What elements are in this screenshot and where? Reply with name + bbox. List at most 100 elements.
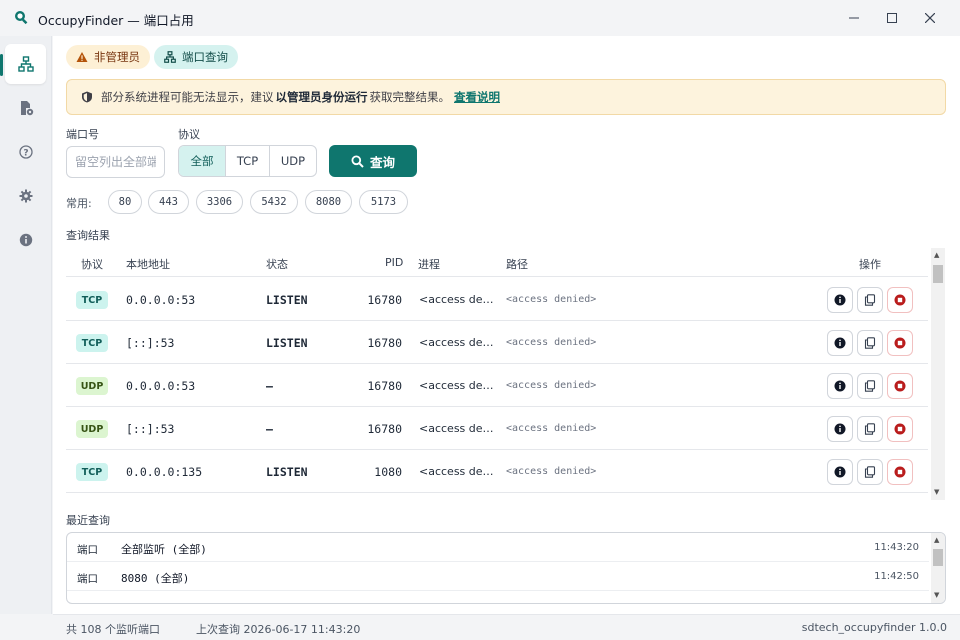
common-port-5173[interactable]: 5173 [359, 190, 408, 214]
protocol-option-udp[interactable]: UDP [270, 146, 316, 176]
copy-button[interactable] [857, 287, 883, 313]
local-address: 0.0.0.0:135 [126, 465, 203, 479]
close-button[interactable] [911, 0, 949, 36]
copy-button[interactable] [857, 330, 883, 356]
sidebar-item-help[interactable]: ? [5, 132, 46, 172]
sidebar-item-file-process[interactable] [5, 88, 46, 128]
kill-process-button[interactable] [887, 373, 913, 399]
sidebar-item-about[interactable] [5, 220, 46, 260]
sidebar: ? [0, 36, 52, 614]
local-address: 0.0.0.0:53 [126, 293, 196, 307]
col-state[interactable]: 状态 [266, 256, 288, 272]
copy-icon [864, 423, 876, 435]
pid: 16780 [367, 422, 402, 436]
stop-icon [894, 380, 906, 392]
list-item[interactable]: 端口 8080 (全部) 11:42:50 [67, 562, 929, 591]
table-row[interactable]: TCP 0.0.0.0:135 LISTEN 1080 <access de… <acce… [66, 450, 928, 493]
col-protocol[interactable]: 协议 [81, 256, 103, 272]
details-button[interactable] [827, 287, 853, 313]
details-button[interactable] [827, 416, 853, 442]
info-icon [19, 233, 32, 247]
query-button[interactable]: 查询 [329, 145, 417, 177]
view-instructions-link[interactable]: 查看说明 [454, 89, 500, 105]
protocol-option-tcp[interactable]: TCP [226, 146, 270, 176]
table-row[interactable]: TCP [::]:53 LISTEN 16780 <access de… <access … [66, 321, 928, 364]
title-bar: OccupyFinder — 端口占用 [0, 0, 960, 36]
protocol-tag: TCP [76, 463, 108, 481]
copy-button[interactable] [857, 459, 883, 485]
stop-icon [894, 466, 906, 478]
col-process[interactable]: 进程 [418, 256, 440, 272]
copy-icon [864, 466, 876, 478]
banner-bold-text: 以管理员身份运行 [275, 90, 368, 104]
recent-time: 11:43:20 [874, 542, 919, 553]
table-row[interactable]: TCP 0.0.0.0:53 LISTEN 16780 <access de… <acce… [66, 278, 928, 321]
copy-button[interactable] [857, 416, 883, 442]
col-pid[interactable]: PID [385, 256, 403, 269]
state: — [266, 379, 273, 393]
results-scrollbar[interactable]: ▲ ▼ [931, 248, 945, 500]
list-item[interactable] [67, 591, 929, 603]
common-port-5432[interactable]: 5432 [250, 190, 298, 214]
copy-button[interactable] [857, 373, 883, 399]
maximize-button[interactable] [873, 0, 911, 36]
details-button[interactable] [827, 330, 853, 356]
copy-icon [864, 294, 876, 306]
table-row[interactable]: UDP [::]:53 — 16780 <access de… <access denie… [66, 407, 928, 450]
search-icon [351, 155, 364, 168]
recent-time: 11:42:50 [874, 571, 919, 582]
non-admin-badge: 非管理员 [66, 45, 150, 69]
recent-scrollbar[interactable]: ▲ ▼ [931, 533, 945, 603]
protocol-option-all[interactable]: 全部 [179, 146, 226, 176]
banner-text-after: 获取完整结果。 [369, 90, 451, 104]
recent-scrollbar-thumb[interactable] [933, 549, 943, 566]
details-button[interactable] [827, 373, 853, 399]
common-port-443[interactable]: 443 [148, 190, 189, 214]
minimize-button[interactable] [835, 0, 873, 36]
state: LISTEN [266, 336, 308, 350]
admin-warning-banner: 部分系统进程可能无法显示，建议 以管理员身份运行 获取完整结果。 查看说明 [66, 79, 946, 115]
results-scrollbar-thumb[interactable] [933, 265, 943, 283]
shield-icon [82, 91, 92, 103]
common-port-8080[interactable]: 8080 [305, 190, 352, 214]
process-name: <access de… [419, 465, 494, 478]
app-logo-icon [15, 11, 28, 25]
protocol-tag: TCP [76, 291, 108, 309]
kill-process-button[interactable] [887, 416, 913, 442]
table-row[interactable]: UDP 0.0.0.0:53 — 16780 <access de… <access de… [66, 364, 928, 407]
protocol-label: 协议 [178, 128, 200, 141]
port-query-badge: 端口查询 [154, 45, 238, 69]
protocol-selector: 全部 TCP UDP [178, 145, 317, 177]
pid: 16780 [367, 336, 402, 350]
svg-text:?: ? [23, 149, 28, 159]
state: LISTEN [266, 293, 308, 307]
sidebar-item-port-query[interactable] [5, 44, 46, 84]
table-row[interactable] [66, 493, 928, 500]
main-panel: 非管理员 端口查询 部分系统进程可能无法显示，建议 以管理员身份运行 获取完整结… [53, 36, 960, 614]
details-button[interactable] [827, 459, 853, 485]
recent-value: 全部监听 (全部) [121, 543, 207, 556]
kill-process-button[interactable] [887, 330, 913, 356]
port-label: 端口号 [66, 128, 99, 141]
non-admin-label: 非管理员 [94, 50, 140, 64]
copy-icon [864, 337, 876, 349]
common-ports-label: 常用: [66, 197, 92, 210]
kill-process-button[interactable] [887, 459, 913, 485]
recent-kind: 端口 [77, 544, 98, 556]
help-icon: ? [18, 145, 33, 159]
maximize-icon [887, 13, 897, 23]
col-local-address[interactable]: 本地地址 [126, 256, 170, 272]
info-icon [834, 466, 846, 478]
list-item[interactable]: 端口 全部监听 (全部) 11:43:20 [67, 533, 929, 562]
process-path: <access denied> [506, 380, 597, 391]
pid: 16780 [367, 293, 402, 307]
sidebar-item-settings[interactable] [5, 176, 46, 216]
col-path[interactable]: 路径 [506, 256, 528, 272]
common-port-3306[interactable]: 3306 [196, 190, 243, 214]
recent-kind: 端口 [77, 573, 98, 585]
local-address: 0.0.0.0:53 [126, 379, 196, 393]
process-path: <access denied> [506, 294, 597, 305]
common-port-80[interactable]: 80 [108, 190, 142, 214]
port-input[interactable] [66, 146, 165, 178]
kill-process-button[interactable] [887, 287, 913, 313]
